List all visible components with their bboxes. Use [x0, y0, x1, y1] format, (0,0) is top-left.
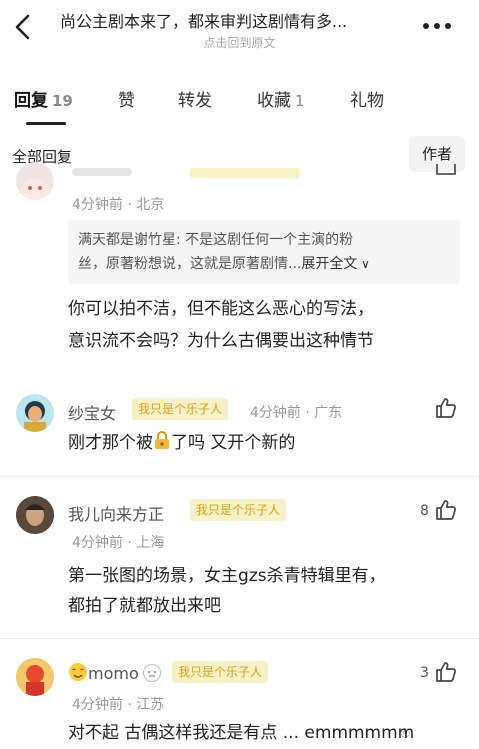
comment-text-line: 你可以拍不洁，但不能这么恶心的写法， [68, 299, 374, 319]
active-tab-indicator [26, 122, 66, 125]
quote-text-2: 丝，原著粉想说，这就是原著剧情... [78, 256, 302, 272]
tab-reposts[interactable]: 转发 [178, 86, 212, 111]
comment-text-part: 刚才那个被 [68, 433, 153, 453]
avatar[interactable] [16, 658, 54, 696]
quote-line-2: 丝，原著粉想说，这就是原著剧情...展开全文 ∨ [78, 252, 450, 276]
avatar[interactable] [16, 162, 54, 200]
tab-reposts-label: 转发 [178, 91, 212, 111]
quote-user: 满天都是谢竹星: [78, 232, 181, 248]
comment-meta: 4分钟前 · 上海 [72, 535, 165, 551]
post-title[interactable]: 尚公主剧本来了，都来审判这剧情有多... [60, 8, 410, 32]
tab-likes-label: 赞 [118, 91, 135, 111]
fan-badge[interactable]: 我只是个乐子人 [172, 661, 269, 683]
like-count: 3 [420, 665, 429, 681]
comment-text-line: 第一张图的场景，女主gzs杀青特辑里有， [68, 566, 386, 586]
emoji-face-icon [68, 663, 88, 683]
like-count: 8 [420, 503, 429, 519]
comment-meta: 4分钟前 · 广东 [250, 405, 343, 421]
divider [0, 476, 479, 477]
blank-face-icon [139, 664, 162, 683]
tab-gifts[interactable]: 礼物 [350, 86, 384, 111]
comment-text-line: 都拍了就都放出来吧 [68, 596, 221, 616]
avatar-image-icon [16, 496, 54, 534]
back-to-post-link[interactable]: 点击回到原文 [0, 34, 479, 51]
like-icon[interactable] [434, 396, 458, 420]
username-text: momo [88, 664, 139, 683]
username[interactable]: 纱宝女 [68, 400, 116, 424]
lock-icon [153, 431, 171, 453]
watermark-logo: ◎ [400, 725, 411, 739]
chevron-down-icon: ∨ [357, 257, 370, 271]
avatar-image-icon [24, 401, 46, 432]
divider [0, 638, 479, 639]
more-options-icon[interactable] [420, 14, 454, 34]
comment-text-part: 了吗 又开个新的 [171, 433, 296, 453]
tab-gifts-label: 礼物 [350, 91, 384, 111]
comment-text-line: 意识流不会吗？为什么古偶要出这种情节 [68, 331, 374, 351]
comment-meta: 4分钟前 · 江苏 [72, 697, 165, 713]
fan-badge[interactable]: 我只是个乐子人 [132, 398, 229, 420]
tab-bar: 回复 19 赞 转发 收藏 1 礼物 [0, 82, 479, 126]
cut-off-badge [190, 168, 300, 178]
like-icon[interactable] [434, 164, 458, 178]
cut-off-username [72, 168, 132, 176]
username[interactable]: 我儿向来方正 [68, 501, 164, 525]
avatar[interactable] [16, 496, 54, 534]
fan-badge[interactable]: 我只是个乐子人 [190, 499, 287, 521]
expand-full-text-link[interactable]: 展开全文 [301, 256, 357, 272]
quote-line-1: 满天都是谢竹星: 不是这剧任何一个主演的粉 [78, 228, 450, 252]
avatar-image-icon [16, 658, 54, 696]
tab-favorites[interactable]: 收藏 1 [257, 86, 305, 111]
quote-text-1: 不是这剧任何一个主演的粉 [185, 232, 354, 248]
comment-text-line: 对不起 古偶这样我还是有点 ... emmmmmm [68, 723, 415, 743]
tab-favorites-count: 1 [295, 92, 305, 110]
comment-text-line: 刚才那个被 了吗 又开个新的 [68, 428, 295, 458]
top-bar: 尚公主剧本来了，都来审判这剧情有多... 点击回到原文 [0, 0, 479, 60]
comment-meta: 4分钟前 · 北京 [72, 197, 165, 213]
tab-replies-label: 回复 [14, 91, 48, 111]
quoted-comment[interactable]: 满天都是谢竹星: 不是这剧任何一个主演的粉 丝，原著粉想说，这就是原著剧情...… [68, 220, 460, 284]
tab-favorites-label: 收藏 [257, 91, 291, 111]
tab-replies[interactable]: 回复 19 [14, 86, 73, 111]
like-icon[interactable] [434, 660, 458, 684]
avatar[interactable] [16, 394, 54, 432]
like-icon[interactable] [434, 498, 458, 522]
avatar-image-icon [21, 178, 49, 200]
username[interactable]: momo [68, 662, 162, 683]
tab-likes[interactable]: 赞 [118, 86, 135, 111]
tab-replies-count: 19 [52, 92, 73, 110]
